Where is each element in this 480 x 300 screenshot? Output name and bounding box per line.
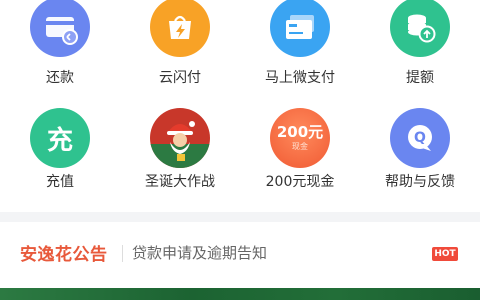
coin-stack-up-icon [390,0,450,57]
help-q-icon: Q [390,108,450,168]
grid-item-label: 马上微支付 [265,70,335,86]
announcement-text[interactable]: 贷款申请及逾期告知 [132,242,267,263]
lightning-bag-icon [150,0,210,57]
grid-item-micro-pay[interactable]: 马上微支付 [240,0,360,100]
announcement-divider [122,245,123,262]
bottom-banner[interactable] [0,288,480,300]
grid-item-unionpay[interactable]: 云闪付 [120,0,240,100]
svg-text:Q: Q [414,130,426,146]
grid-item-repay[interactable]: 还款 [0,0,120,100]
card-return-icon [30,0,90,57]
grid-item-label: 圣诞大作战 [145,174,215,190]
grid-item-recharge[interactable]: 充 充值 [0,105,120,205]
grid-item-label: 充值 [46,174,74,190]
recharge-glyph: 充 [46,125,73,156]
announcement-brand: 安逸花公告 [20,245,108,265]
announcement-bar[interactable]: 安逸花公告 贷款申请及逾期告知 HOT [0,222,480,288]
grid-item-label: 帮助与反馈 [385,174,455,190]
grid-item-help[interactable]: Q 帮助与反馈 [360,105,480,205]
cash-200-icon: 200元 现金 [270,108,330,168]
grid-item-label: 200元现金 [265,174,335,190]
grid-item-label: 提额 [406,70,434,86]
cash-amount: 200元 [276,123,324,141]
hot-badge: HOT [432,247,458,261]
grid-item-label: 还款 [46,70,74,86]
feature-grid: 还款 云闪付 马上微支付 提额 充 充值 圣诞大作战 200元 现金 200元现… [0,0,480,210]
grid-item-label: 云闪付 [159,70,201,86]
grid-item-christmas[interactable]: 圣诞大作战 [120,105,240,205]
grid-item-raise-limit[interactable]: 提额 [360,0,480,100]
section-divider [0,212,480,222]
grid-item-cash[interactable]: 200元 现金 200元现金 [240,105,360,205]
santa-icon [150,108,210,168]
cash-sub: 现金 [292,142,308,151]
recharge-icon: 充 [30,108,90,168]
cards-icon [270,0,330,57]
